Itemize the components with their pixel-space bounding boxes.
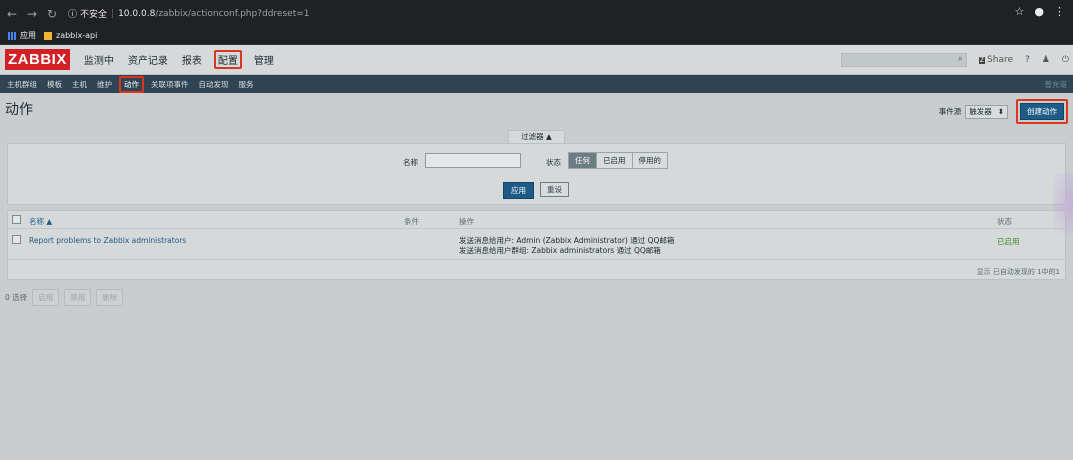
search-icon[interactable]: ⌕: [958, 54, 963, 64]
submenu-services[interactable]: 服务: [236, 78, 257, 91]
content-area: 动作 事件源 触发器 ⬍ 创建动作 过滤器 ▲ 名称 状态 任何 已启用 停用的…: [0, 93, 1073, 460]
menu-inventory[interactable]: 资产记录: [126, 50, 170, 69]
filter-panel: 名称 状态 任何 已启用 停用的 应用 重设: [7, 143, 1066, 205]
menu-administration[interactable]: 管理: [252, 50, 276, 69]
submenu-host-groups[interactable]: 主机群组: [4, 78, 40, 91]
forward-icon[interactable]: →: [24, 7, 40, 21]
action-operations: 发送消息给用户: Admin (Zabbix Administrator) 通过…: [459, 236, 674, 256]
bookmark-favicon-icon: [44, 31, 52, 40]
column-operations-header: 操作: [459, 217, 474, 226]
browser-actions: ☆ ● ⋮: [1015, 5, 1065, 18]
submenu-right-text: 普充道: [1044, 79, 1068, 89]
back-icon[interactable]: ←: [4, 7, 20, 21]
submenu-templates[interactable]: 模板: [44, 78, 65, 91]
address-bar[interactable]: ⓘ 不安全 | 10.0.0.8 /zabbix/actionconf.php?…: [68, 3, 309, 25]
top-right-tools: ⌕ Z Share ? ♟ ⏻: [840, 53, 1069, 67]
submenu-hosts[interactable]: 主机: [69, 78, 90, 91]
mass-action-bar: 0 选择 启用 禁用 删除: [5, 289, 124, 306]
main-menu: ZABBIX 监测中 资产记录 报表 配置 管理 ⌕ Z Share ? ♟ ⏻: [0, 45, 1073, 75]
status-enabled-option[interactable]: 已启用: [597, 153, 633, 168]
search-input[interactable]: ⌕: [840, 53, 967, 67]
star-icon[interactable]: ☆: [1015, 5, 1025, 18]
filter-tab[interactable]: 过滤器 ▲: [508, 130, 565, 143]
column-status-header: 状态: [997, 217, 1012, 226]
bookmark-label: zabbix-api: [56, 31, 98, 40]
event-source-select[interactable]: 触发器 ⬍: [965, 104, 1008, 119]
share-icon: Z: [978, 56, 986, 64]
security-text: 不安全: [80, 10, 108, 20]
page-title: 动作: [5, 102, 33, 118]
submenu-maintenance[interactable]: 维护: [94, 78, 115, 91]
row-checkbox[interactable]: [12, 235, 21, 244]
browser-toolbar: ← → ↻ ⓘ 不安全 | 10.0.0.8 /zabbix/actioncon…: [0, 0, 1073, 27]
share-button[interactable]: Z Share: [978, 55, 1014, 65]
filter-apply-button[interactable]: 应用: [503, 182, 534, 199]
status-enabled-link[interactable]: 已启用: [997, 236, 1020, 247]
header-controls: 事件源 触发器 ⬍ 创建动作: [939, 99, 1068, 124]
selected-count: 0 选择: [5, 293, 28, 302]
bookmarks-bar: 应用 zabbix-api: [0, 27, 1073, 45]
action-name-link[interactable]: Report problems to Zabbix administrators: [29, 236, 186, 245]
more-icon[interactable]: ⋮: [1054, 5, 1065, 18]
header-divider: [8, 228, 1065, 229]
address-divider: |: [111, 8, 115, 19]
filter-status-segmented: 任何 已启用 停用的: [568, 152, 668, 169]
menu-list: 监测中 资产记录 报表 配置 管理: [82, 50, 276, 69]
filter-status-label: 状态: [546, 158, 561, 167]
edge-glow-decoration: [1053, 173, 1073, 233]
help-icon[interactable]: ?: [1025, 55, 1030, 65]
filter-name-input[interactable]: [425, 153, 521, 168]
event-source-label: 事件源: [938, 107, 962, 116]
submenu-discovery[interactable]: 自动发现: [196, 78, 232, 91]
profile-icon[interactable]: ●: [1034, 5, 1044, 18]
operation-line: 发送消息给用户群组: Zabbix administrators 通过 QQ邮箱: [459, 246, 661, 255]
zabbix-logo[interactable]: ZABBIX: [5, 49, 70, 70]
select-arrows-icon: ⬍: [997, 107, 1004, 116]
column-conditions-header: 条件: [404, 217, 419, 226]
mass-disable-button[interactable]: 禁用: [64, 289, 92, 306]
mass-delete-button[interactable]: 删除: [96, 289, 124, 306]
filter-reset-button[interactable]: 重设: [540, 182, 569, 197]
bookmark-label: 应用: [20, 31, 36, 40]
sub-menu: 主机群组 模板 主机 维护 动作 关联项事件 自动发现 服务 普充道: [0, 75, 1073, 93]
menu-monitoring[interactable]: 监测中: [82, 50, 116, 69]
menu-configuration[interactable]: 配置: [213, 50, 242, 69]
select-all-checkbox[interactable]: [12, 215, 21, 224]
create-action-highlight: 创建动作: [1016, 99, 1068, 124]
submenu-actions[interactable]: 动作: [119, 75, 144, 93]
create-action-button[interactable]: 创建动作: [1020, 103, 1064, 120]
info-icon: ⓘ: [68, 10, 78, 20]
share-label: Share: [987, 55, 1014, 65]
status-any-option[interactable]: 任何: [569, 153, 597, 168]
bookmark-apps[interactable]: 应用: [8, 30, 36, 41]
user-profile-icon[interactable]: ♟: [1042, 55, 1050, 65]
reload-icon[interactable]: ↻: [44, 7, 60, 21]
page-header: 动作 事件源 触发器 ⬍ 创建动作: [0, 93, 1073, 125]
event-source-value: 触发器: [969, 107, 992, 116]
logout-icon[interactable]: ⏻: [1062, 55, 1069, 65]
mass-enable-button[interactable]: 启用: [32, 289, 60, 306]
table-count: 显示 已自动发现的 1中的1: [976, 268, 1060, 276]
row-divider: [8, 259, 1065, 260]
filter-name-label: 名称: [403, 158, 418, 167]
bookmark-zabbix-api[interactable]: zabbix-api: [44, 31, 97, 40]
submenu-event-correlation[interactable]: 关联项事件: [148, 78, 192, 91]
url-host: 10.0.0.8: [118, 8, 156, 19]
status-disabled-option[interactable]: 停用的: [632, 153, 667, 168]
actions-table: 名称 ▲ 条件 操作 状态 Report problems to Zabbix …: [7, 210, 1066, 280]
column-name-header[interactable]: 名称 ▲: [29, 216, 52, 227]
menu-reports[interactable]: 报表: [180, 50, 204, 69]
url-path: /zabbix/actionconf.php?ddreset=1: [155, 8, 310, 19]
apps-grid-icon: [8, 31, 16, 40]
operation-line: 发送消息给用户: Admin (Zabbix Administrator) 通过…: [459, 236, 675, 245]
